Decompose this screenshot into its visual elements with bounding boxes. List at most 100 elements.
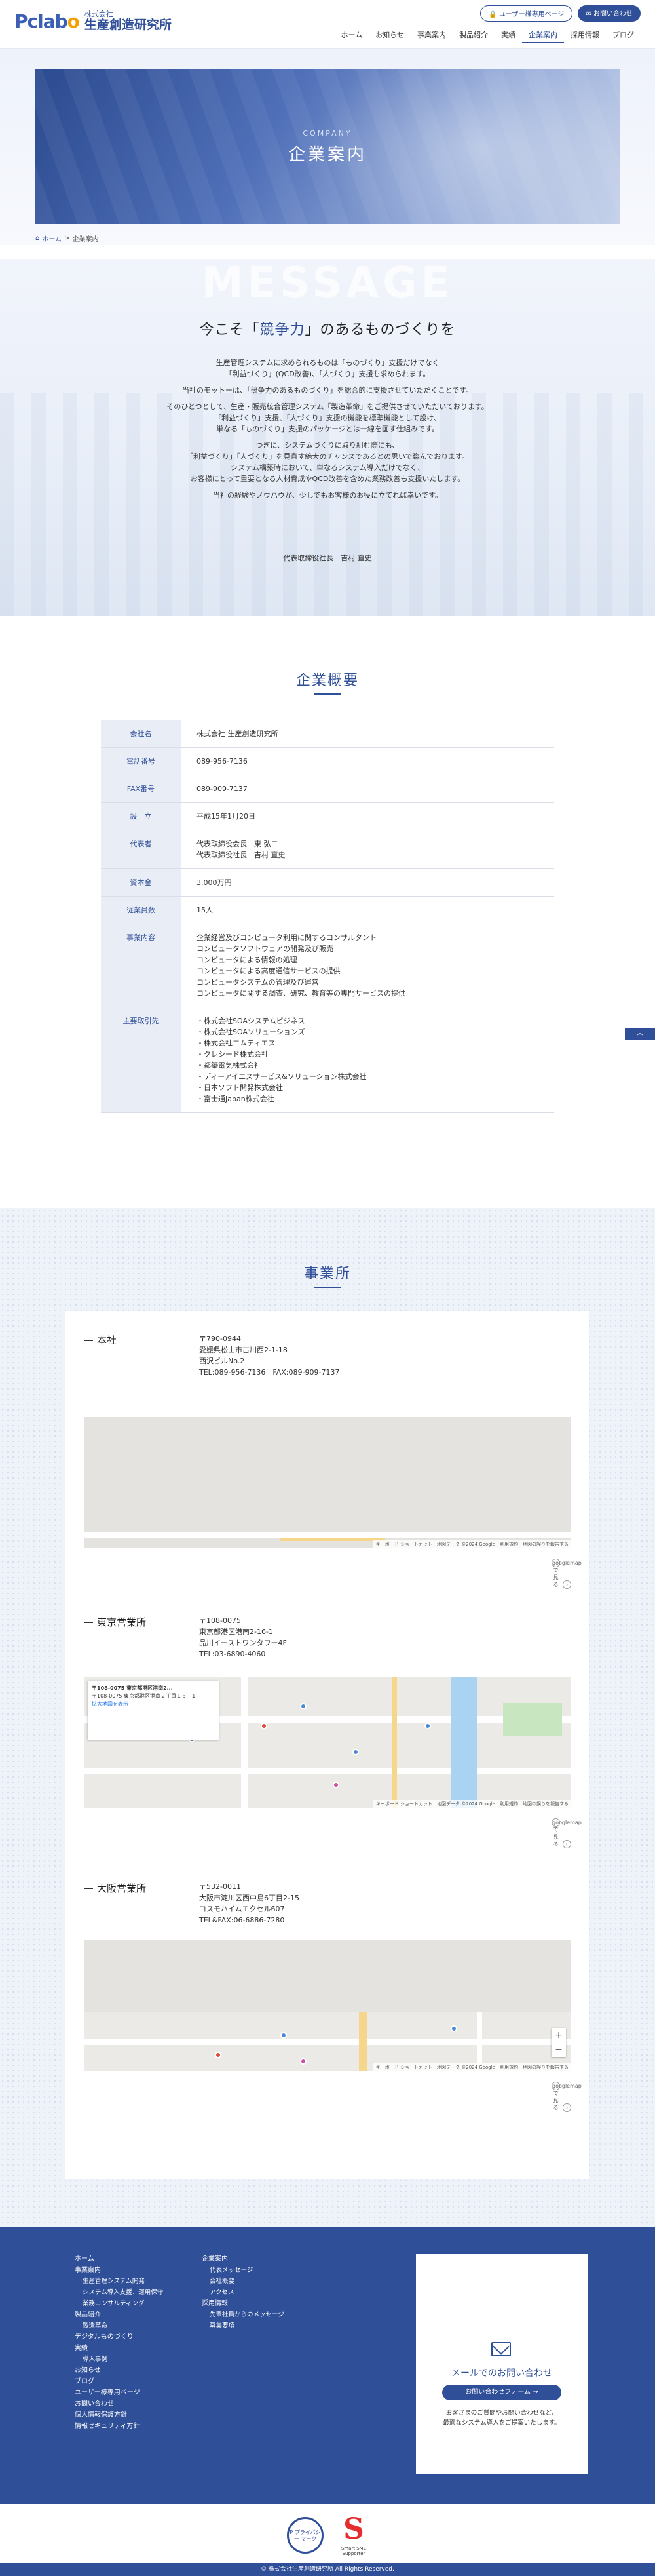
mail-contact-card: メールでのお問い合わせ お問い合わせフォーム → お客さまのご質問やお問い合わせ… <box>416 2254 588 2474</box>
office-address: 〒790-0944 愛媛県松山市古川西2-1-18 西沢ビルNo.2 TEL:089-… <box>199 1335 340 1376</box>
nav-item[interactable]: お知らせ <box>369 28 411 43</box>
message-bg-word: MESSAGE <box>201 259 454 307</box>
map-zoom-control[interactable]: + − <box>552 2028 566 2057</box>
logo-mark: Pclabo <box>14 10 80 32</box>
map-credit: キーボード ショートカット 地図データ ©2024 Google 利用規約 地図… <box>373 1800 571 1808</box>
footer-link[interactable]: 企業案内 <box>202 2254 284 2265</box>
footer-link[interactable]: 生産管理システム開発 <box>75 2276 163 2287</box>
table-row: 主要取引先 ・株式会社SOAシステムビジネス ・株式会社SOAソリューションズ ・株式… <box>101 1007 554 1113</box>
site-logo[interactable]: Pclabo 株式会社 生産創造研究所 <box>14 10 172 32</box>
footer-link[interactable]: 製品紹介 <box>75 2309 163 2320</box>
footer-link[interactable]: 情報セキュリティ方針 <box>75 2421 163 2432</box>
row-value: 089-909-7137 <box>196 785 248 793</box>
office-tokyo: 東京営業所 〒108-0075 東京都港区港南2-16-1 品川イーストワンタワー4… <box>84 1615 582 1877</box>
row-label: FAX番号 <box>101 775 181 802</box>
office-osaka: 大阪営業所 〒532-0011 大阪市淀川区西中島6丁目2-15 コスモハイムエクセ… <box>84 1881 582 2156</box>
user-page-button[interactable]: 🔒 ユーザー様専用ページ <box>480 5 573 22</box>
enlarge-map-link[interactable]: 拡大地図を表示 <box>92 1700 215 1708</box>
footer-link[interactable]: 業務コンサルティング <box>75 2298 163 2309</box>
contact-form-button[interactable]: お問い合わせフォーム → <box>442 2385 561 2400</box>
footer-link[interactable]: システム導入支援、運用保守 <box>75 2287 163 2298</box>
offices-title-underline <box>314 1287 341 1288</box>
googlemap-link[interactable]: googlemapで見る › <box>549 2082 582 2112</box>
message-paragraph: 当社のモットーは、「競争力のあるものづくり」を総合的に支援させていただくことです… <box>181 386 474 395</box>
row-value: 平成15年1月20日 <box>196 812 255 821</box>
breadcrumb-current: 企業案内 <box>72 236 99 243</box>
table-row: 会社名 株式会社 生産創造研究所 <box>101 720 554 748</box>
footer-link[interactable]: ホーム <box>75 2254 163 2265</box>
footer-link[interactable]: 事業案内 <box>75 2265 163 2276</box>
message-paragraph: 生産管理システムに求められるものは「ものづくり」支援だけでなく 「利益づくり」(Q… <box>215 359 440 378</box>
office-map[interactable]: 〒108-0075 東京都港区港南2... 〒108-0075 東京都港区港南２… <box>84 1677 571 1808</box>
table-row: 事業内容 企業経営及びコンピュータ利用に関するコンサルタント コンピュータソフトウェ… <box>101 924 554 1007</box>
office-name: 大阪営業所 <box>84 1881 146 1895</box>
footer-link[interactable]: 実績 <box>75 2343 163 2354</box>
footer-link[interactable]: 製造革命 <box>75 2320 163 2332</box>
office-name: 東京営業所 <box>84 1615 146 1629</box>
table-row: FAX番号 089-909-7137 <box>101 775 554 803</box>
nav-item[interactable]: 実績 <box>495 28 522 43</box>
nav-item[interactable]: 製品紹介 <box>453 28 495 43</box>
page-title: 企業案内 <box>288 145 367 165</box>
row-label: 設 立 <box>101 803 181 830</box>
breadcrumb-home[interactable]: ホーム <box>42 233 62 243</box>
row-label: 従業員数 <box>101 897 181 924</box>
footer-link[interactable]: 個人情報保護方針 <box>75 2410 163 2421</box>
footer-link[interactable]: お知らせ <box>75 2365 163 2376</box>
outline-title-underline <box>314 693 341 695</box>
contact-button[interactable]: ✉ お問い合わせ <box>578 5 641 22</box>
nav-item[interactable]: 事業案内 <box>411 28 453 43</box>
table-row: 設 立 平成15年1月20日 <box>101 803 554 830</box>
page-hero: COMPANY 企業案内 <box>35 69 620 224</box>
site-header: Pclabo 株式会社 生産創造研究所 🔒 ユーザー様専用ページ ✉ お問い合わ… <box>0 0 655 49</box>
office-headquarters: 本社 〒790-0944 愛媛県松山市古川西2-1-18 西沢ビルNo.2 TEL:0… <box>84 1333 582 1595</box>
offices-title: 事業所 <box>303 1266 351 1282</box>
footer-link[interactable]: お問い合わせ <box>75 2398 163 2410</box>
arrow-right-icon: › <box>563 1580 571 1589</box>
nav-item[interactable]: 採用情報 <box>564 28 606 43</box>
nav-item[interactable]: ブログ <box>606 28 641 43</box>
message-title: 今こそ「競争力」のあるものづくりを <box>199 322 456 338</box>
row-label: 資本金 <box>101 869 181 896</box>
row-value: ・株式会社SOAシステムビジネス ・株式会社SOAソリューションズ ・株式会社エムテ… <box>196 1017 367 1103</box>
table-row: 電話番号 089-956-7136 <box>101 748 554 775</box>
googlemap-link[interactable]: googlemapで見る › <box>549 1818 582 1848</box>
office-address: 〒532-0011 大阪市淀川区西中島6丁目2-15 コスモハイムエクセル607 TE… <box>199 1883 299 1924</box>
nav-item[interactable]: ホーム <box>335 28 369 43</box>
footer-link[interactable]: 先輩社員からのメッセージ <box>202 2309 284 2320</box>
table-row: 資本金 3,000万円 <box>101 869 554 897</box>
footer-link[interactable]: 会社概要 <box>202 2276 284 2287</box>
row-value: 15人 <box>196 906 213 914</box>
row-value: 代表取締役会長 東 弘二 代表取締役社長 吉村 直史 <box>196 840 286 859</box>
footer-link[interactable]: ブログ <box>75 2376 163 2387</box>
outline-title: 企業概要 <box>295 673 359 689</box>
message-paragraph: 当社の経験やノウハウが、少しでもお客様のお役に立てれば幸いです。 <box>212 491 443 499</box>
footer-nav-column-1: ホーム 事業案内 生産管理システム開発 システム導入支援、運用保守 業務コンサルティング… <box>75 2254 163 2432</box>
office-map[interactable]: + − キーボード ショートカット 地図データ ©2024 Google 利用規約… <box>84 1940 571 2071</box>
message-signature: 代表取締役社長 吉村 直史 <box>283 554 372 562</box>
footer-link[interactable]: 採用情報 <box>202 2298 284 2309</box>
logo-text: 株式会社 生産創造研究所 <box>84 10 172 32</box>
footer-link[interactable]: 募集要項 <box>202 2320 284 2332</box>
back-to-top-button[interactable]: ︿ <box>625 1028 655 1040</box>
office-map[interactable]: キーボード ショートカット 地図データ ©2024 Google 利用規約 地図… <box>84 1417 571 1548</box>
lock-icon: 🔒 <box>489 11 499 18</box>
footer-link[interactable]: 導入事例 <box>75 2354 163 2365</box>
row-value: 3,000万円 <box>196 878 232 887</box>
footer-link[interactable]: ユーザー様専用ページ <box>75 2387 163 2398</box>
googlemap-link[interactable]: googlemapで見る › <box>549 1559 582 1589</box>
row-label: 代表者 <box>101 830 181 868</box>
table-row: 従業員数 15人 <box>101 897 554 924</box>
message-body: 生産管理システムに求められるものは「ものづくり」支援だけでなく 「利益づくり」(Q… <box>0 357 655 506</box>
footer-link[interactable]: 代表メッセージ <box>202 2265 284 2276</box>
hero-subtitle: COMPANY <box>303 129 352 138</box>
privacy-mark-badge: P プライバシー マーク <box>287 2517 324 2554</box>
map-info-box: 〒108-0075 東京都港区港南2... 〒108-0075 東京都港区港南２… <box>88 1681 219 1740</box>
footer-link[interactable]: デジタルものづくり <box>75 2332 163 2343</box>
message-paragraph: つぎに、システムづくりに取り組む際にも、 「利益づくり」「人づくり」を見直す絶大の… <box>186 441 469 483</box>
nav-item[interactable]: 企業案内 <box>522 28 564 43</box>
footer-link[interactable]: アクセス <box>202 2287 284 2298</box>
map-credit: キーボード ショートカット 地図データ ©2024 Google 利用規約 地図… <box>373 1540 571 1548</box>
certification-badges: P プライバシー マーク S Smart SME Supporter <box>0 2504 655 2563</box>
office-name: 本社 <box>84 1333 117 1347</box>
